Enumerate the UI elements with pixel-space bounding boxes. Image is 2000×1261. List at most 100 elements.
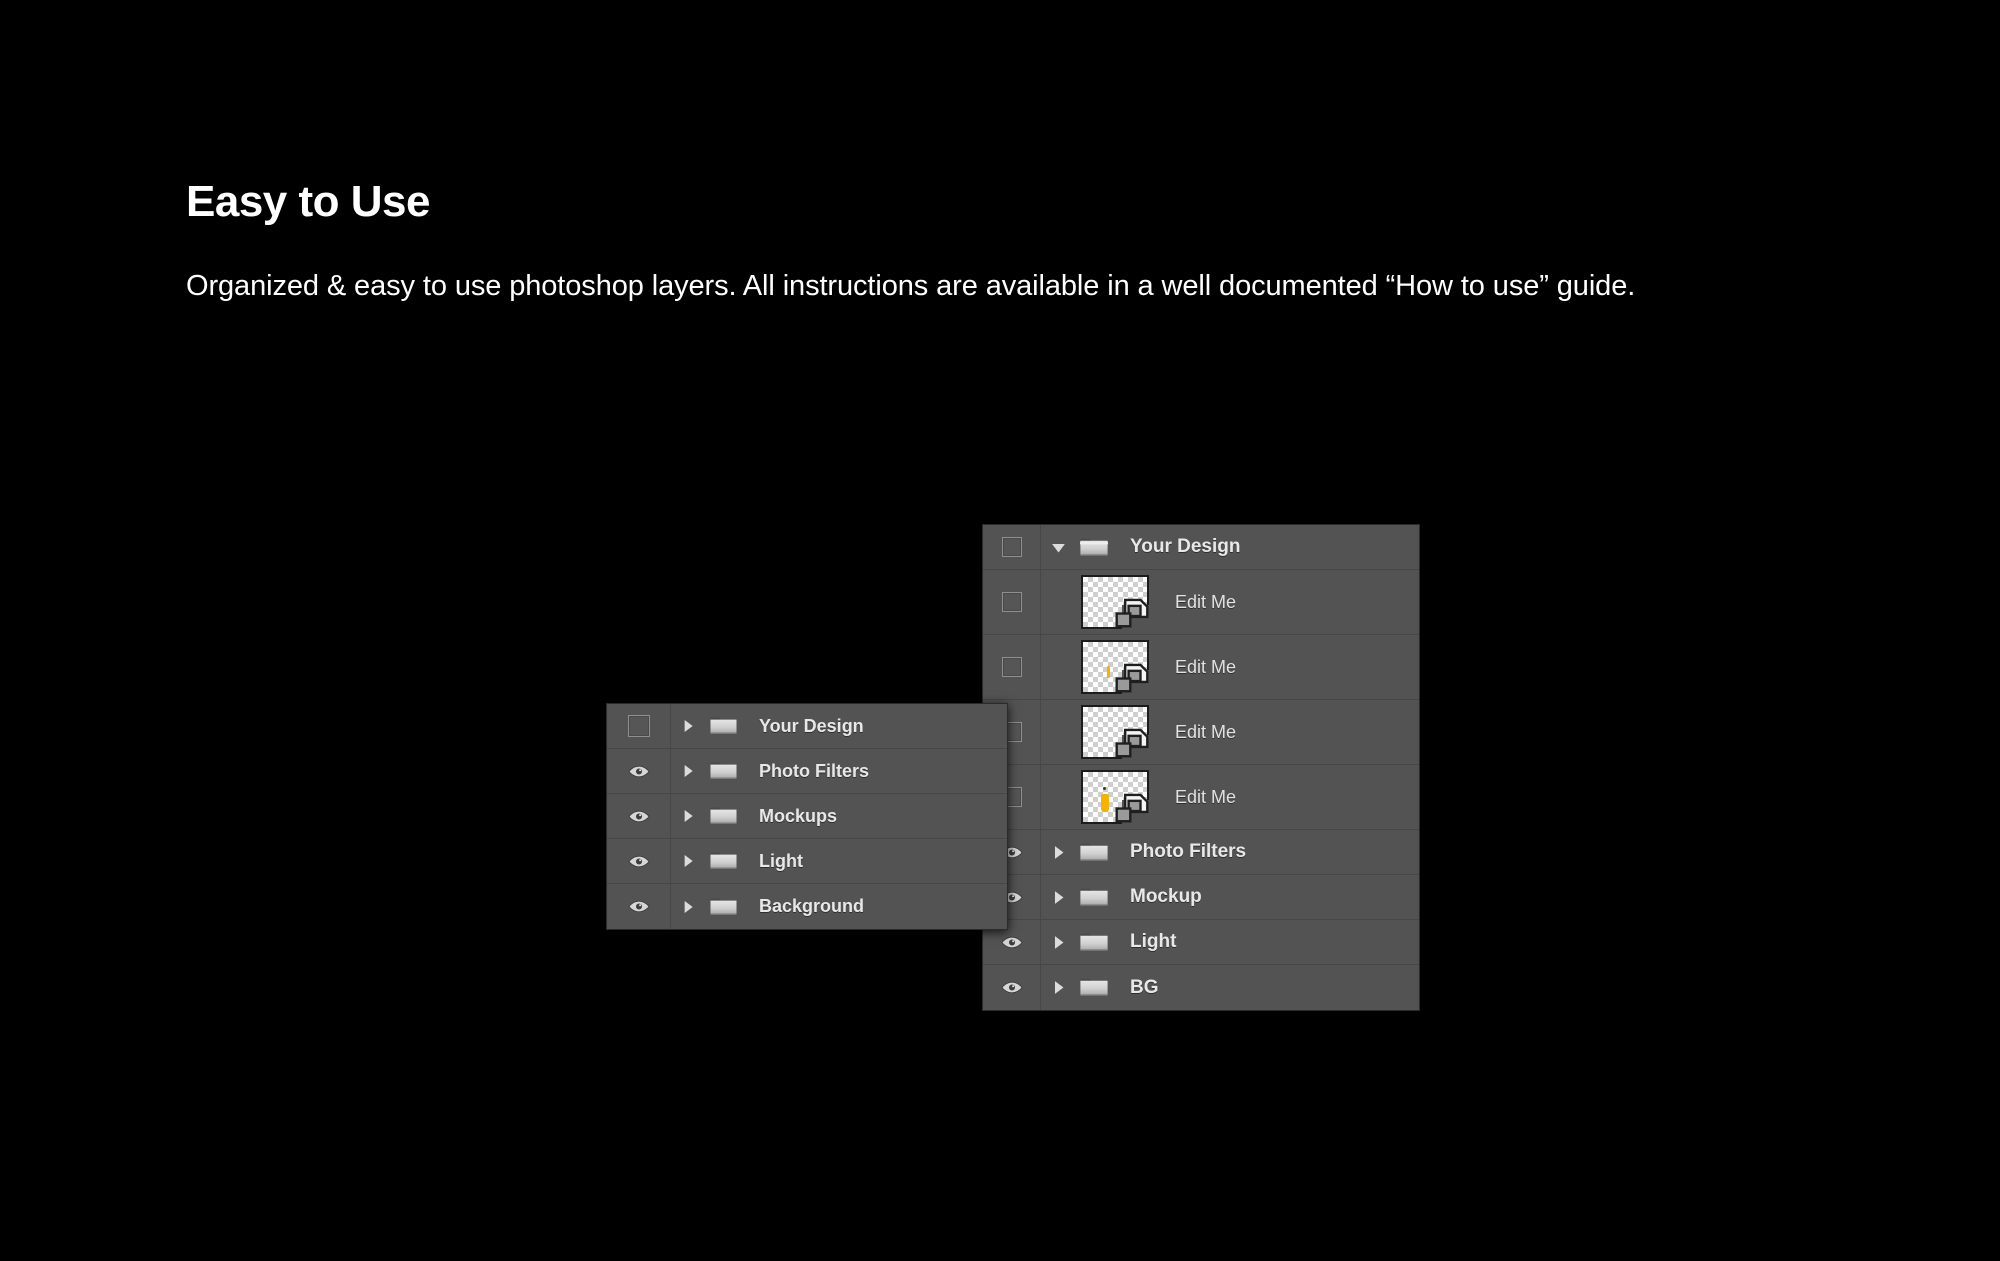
folder-icon bbox=[709, 715, 738, 737]
folder-open-icon bbox=[1079, 536, 1109, 559]
layer-content-cell[interactable]: Background bbox=[671, 884, 1007, 929]
layer-row[interactable]: Your Design bbox=[607, 704, 1007, 749]
layer-disclosure-toggle[interactable] bbox=[1041, 539, 1075, 556]
layer-visibility-cell[interactable] bbox=[983, 635, 1041, 699]
layer-content-cell[interactable]: Your Design bbox=[1041, 525, 1419, 569]
folder-icon bbox=[1079, 841, 1109, 864]
layer-row[interactable]: BG bbox=[983, 965, 1419, 1010]
chevron-right-icon[interactable] bbox=[1050, 889, 1067, 906]
thumbnail-accent-dot bbox=[1103, 787, 1106, 790]
layer-content-cell[interactable]: Edit Me bbox=[1041, 765, 1419, 829]
layer-folder-icon-wrap bbox=[1075, 931, 1113, 954]
layer-row[interactable]: Background bbox=[607, 884, 1007, 929]
layer-row[interactable]: Edit Me bbox=[983, 570, 1419, 635]
folder-icon bbox=[709, 850, 738, 872]
layer-content-cell[interactable]: Your Design bbox=[671, 704, 1007, 748]
layer-content-cell[interactable]: Light bbox=[671, 839, 1007, 883]
layer-row[interactable]: Edit Me bbox=[983, 635, 1419, 700]
layer-row[interactable]: Edit Me bbox=[983, 765, 1419, 830]
layer-disclosure-toggle[interactable] bbox=[1041, 934, 1075, 951]
layer-label: Your Design bbox=[759, 716, 864, 737]
chevron-right-icon[interactable] bbox=[1050, 934, 1067, 951]
layer-visibility-cell[interactable] bbox=[607, 749, 671, 793]
layer-folder-icon-wrap bbox=[705, 715, 741, 737]
empty-visibility-box[interactable] bbox=[1002, 657, 1022, 677]
layer-content-cell[interactable]: Edit Me bbox=[1041, 700, 1419, 764]
chevron-right-icon[interactable] bbox=[680, 899, 696, 915]
eye-icon[interactable] bbox=[1001, 980, 1023, 995]
chevron-right-icon[interactable] bbox=[1050, 844, 1067, 861]
chevron-right-icon[interactable] bbox=[680, 808, 696, 824]
layer-disclosure-toggle[interactable] bbox=[1041, 889, 1075, 906]
empty-visibility-box[interactable] bbox=[1002, 592, 1022, 612]
smart-object-thumbnail[interactable] bbox=[1081, 575, 1149, 629]
layer-folder-icon-wrap bbox=[1075, 841, 1113, 864]
layer-visibility-cell[interactable] bbox=[607, 704, 671, 748]
layer-row[interactable]: Photo Filters bbox=[983, 830, 1419, 875]
layer-disclosure-toggle[interactable] bbox=[671, 808, 705, 824]
layer-disclosure-toggle[interactable] bbox=[1041, 979, 1075, 996]
layer-row[interactable]: Light bbox=[607, 839, 1007, 884]
eye-icon[interactable] bbox=[628, 854, 650, 869]
page-title: Easy to Use bbox=[186, 178, 1826, 226]
layer-visibility-cell[interactable] bbox=[607, 794, 671, 838]
eye-icon[interactable] bbox=[628, 809, 650, 824]
layer-label: Mockups bbox=[759, 806, 837, 827]
layer-folder-icon-wrap bbox=[705, 805, 741, 827]
layer-disclosure-toggle[interactable] bbox=[671, 763, 705, 779]
layer-row[interactable]: Your Design bbox=[983, 525, 1419, 570]
layer-content-cell[interactable]: Photo Filters bbox=[671, 749, 1007, 793]
layer-label: Edit Me bbox=[1175, 592, 1236, 613]
eye-icon[interactable] bbox=[628, 764, 650, 779]
layer-content-cell[interactable]: Light bbox=[1041, 920, 1419, 964]
layer-disclosure-toggle[interactable] bbox=[1041, 844, 1075, 861]
layer-content-cell[interactable]: Mockup bbox=[1041, 875, 1419, 919]
layer-row[interactable]: Mockups bbox=[607, 794, 1007, 839]
chevron-right-icon[interactable] bbox=[680, 718, 696, 734]
chevron-right-icon[interactable] bbox=[680, 763, 696, 779]
folder-icon bbox=[1079, 931, 1109, 954]
layer-visibility-cell[interactable] bbox=[607, 884, 671, 929]
layer-row[interactable]: Edit Me bbox=[983, 700, 1419, 765]
layer-content-cell[interactable]: BG bbox=[1041, 965, 1419, 1010]
eye-icon[interactable] bbox=[1001, 935, 1023, 950]
layer-row[interactable]: Light bbox=[983, 920, 1419, 965]
smart-object-thumbnail[interactable] bbox=[1081, 705, 1149, 759]
intro-text-block: Easy to Use Organized & easy to use phot… bbox=[186, 178, 1826, 311]
layer-content-cell[interactable]: Photo Filters bbox=[1041, 830, 1419, 874]
layer-disclosure-toggle[interactable] bbox=[671, 899, 705, 915]
folder-icon bbox=[709, 896, 738, 918]
layers-panel-expanded[interactable]: Your DesignEdit MeEdit MeEdit MeEdit MeP… bbox=[982, 524, 1420, 1011]
layer-disclosure-toggle[interactable] bbox=[671, 718, 705, 734]
layer-disclosure-toggle[interactable] bbox=[671, 853, 705, 869]
layer-label: Edit Me bbox=[1175, 787, 1236, 808]
chevron-right-icon[interactable] bbox=[1050, 979, 1067, 996]
smart-object-thumbnail[interactable] bbox=[1081, 640, 1149, 694]
layer-visibility-cell[interactable] bbox=[983, 965, 1041, 1010]
folder-icon bbox=[709, 805, 738, 827]
layer-row[interactable]: Mockup bbox=[983, 875, 1419, 920]
layers-panel-collapsed[interactable]: Your Design Photo Filters Mockups Light Back… bbox=[606, 703, 1008, 930]
layer-content-cell[interactable]: Edit Me bbox=[1041, 570, 1419, 634]
empty-visibility-box[interactable] bbox=[1002, 537, 1022, 557]
layer-content-cell[interactable]: Edit Me bbox=[1041, 635, 1419, 699]
layer-visibility-cell[interactable] bbox=[983, 570, 1041, 634]
layer-content-cell[interactable]: Mockups bbox=[671, 794, 1007, 838]
layer-visibility-cell[interactable] bbox=[607, 839, 671, 883]
layer-label: Light bbox=[759, 851, 803, 872]
chevron-down-icon[interactable] bbox=[1050, 539, 1067, 556]
empty-visibility-box[interactable] bbox=[628, 715, 650, 737]
layer-visibility-cell[interactable] bbox=[983, 525, 1041, 569]
smart-object-thumbnail[interactable] bbox=[1081, 770, 1149, 824]
page-description: Organized & easy to use photoshop layers… bbox=[186, 262, 1806, 311]
smart-object-badge-icon bbox=[1115, 663, 1149, 694]
layer-folder-icon-wrap bbox=[1075, 536, 1113, 559]
eye-icon[interactable] bbox=[628, 899, 650, 914]
layer-row[interactable]: Photo Filters bbox=[607, 749, 1007, 794]
layer-folder-icon-wrap bbox=[1075, 976, 1113, 999]
layer-label: Photo Filters bbox=[1130, 841, 1246, 863]
smart-object-badge-icon bbox=[1115, 728, 1149, 759]
chevron-right-icon[interactable] bbox=[680, 853, 696, 869]
layer-folder-icon-wrap bbox=[705, 850, 741, 872]
layer-label: Your Design bbox=[1130, 536, 1241, 558]
